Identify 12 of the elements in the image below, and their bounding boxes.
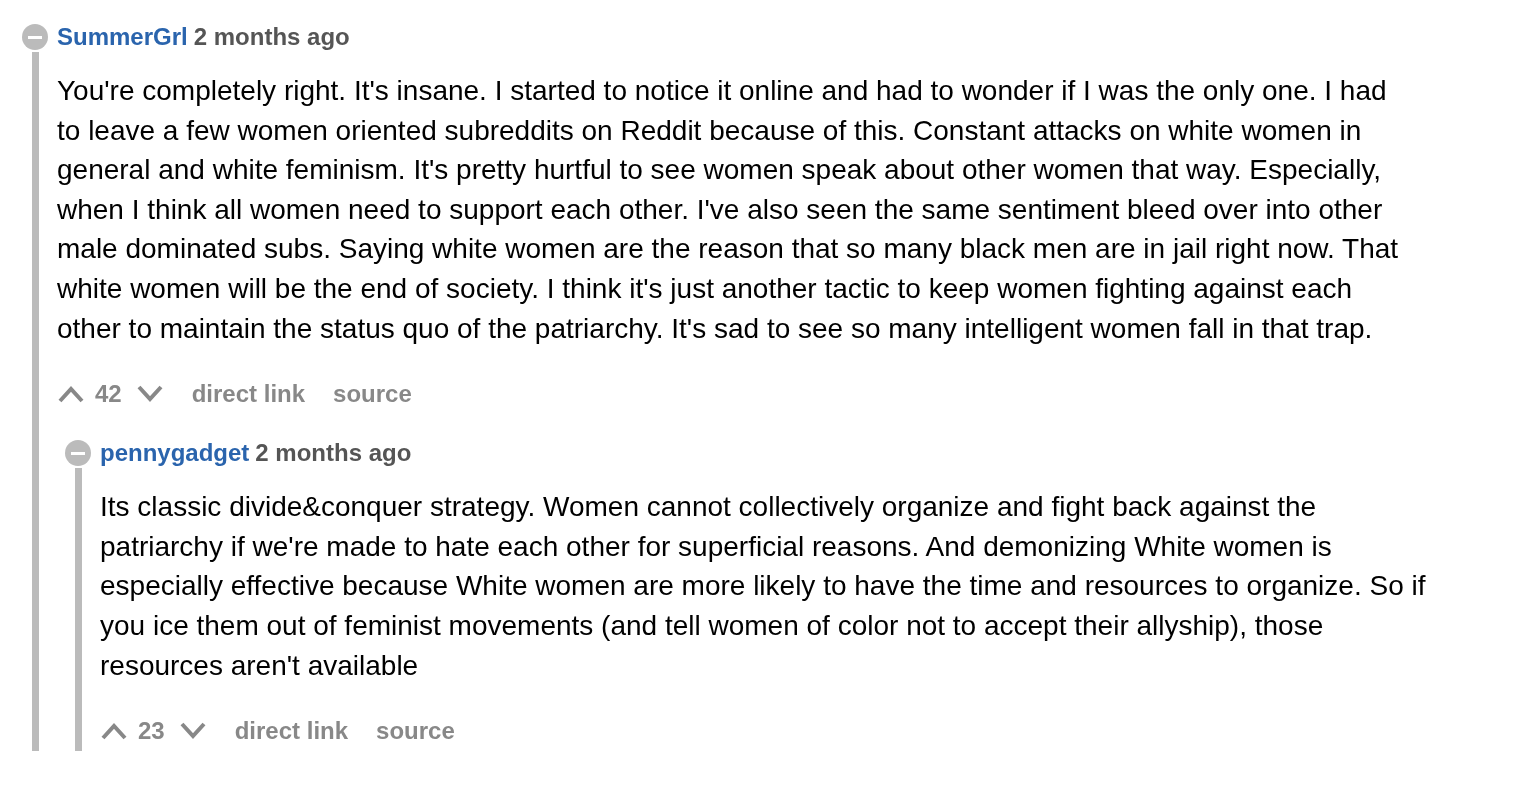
comment-link[interactable]: direct link <box>234 717 349 746</box>
comment-time: 2 months ago <box>193 23 350 51</box>
vote-count: 23 <box>138 717 165 746</box>
vote-count: 42 <box>95 380 122 409</box>
comment-time: 2 months ago <box>255 439 412 468</box>
comment-text: You're completely right. It's insane. I started to notice it online and had to wonder if I was the only one. I had to leave a few women oriented subreddits on Reddit because of this. Constant attacks on white women in general and white feminism. It's pretty hurtful to see women speak about other women that way. Especially, when I think all women need to support each other. I've also seen the same sentiment bleed over into other male dominated subs. Saying white women are the reason that so many black men are in jail right now. That white women will be the end of society. I think it's just another tactic to keep women fighting against each other to maintain the status quo of the patriarchy. It's sad to see so many intelligent women fall in that trap. <box>57 74 1400 346</box>
comment-text: Its classic divide&conquer strategy. Women cannot collectively organize and fight back against the patriarchy if we're made to hate each other for superficial reasons. And demonizing White women is especially effective because White women are more likely to have the time and resources to organize. So if you ice them out of feminist movements (and tell women of color not to accept their allyship), those resources aren't available <box>100 490 1427 683</box>
username-link[interactable]: pennygadget <box>100 439 250 468</box>
comment-link[interactable]: source <box>333 380 412 409</box>
comment-link[interactable]: source <box>376 717 455 746</box>
comment-link[interactable]: direct link <box>191 380 306 409</box>
username-link[interactable]: SummerGrl <box>57 23 188 51</box>
